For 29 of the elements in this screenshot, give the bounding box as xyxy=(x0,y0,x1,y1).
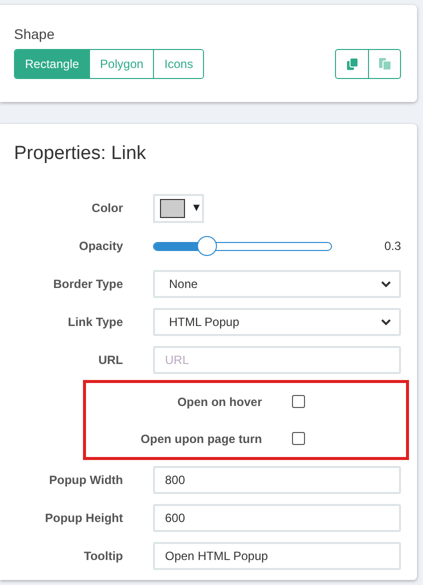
field-label: Tooltip xyxy=(82,548,123,565)
slider-reading: 0.3 xyxy=(384,238,401,255)
section-title: Shape xyxy=(14,25,56,43)
field-label: Border Type xyxy=(52,276,123,293)
opacity-slider[interactable] xyxy=(153,236,332,256)
field-label: Opacity xyxy=(78,238,123,255)
select-field[interactable]: HTML Popup xyxy=(153,308,401,336)
field-label: Color xyxy=(90,200,123,217)
field-label: Link Type xyxy=(66,314,123,331)
paste-icon xyxy=(378,58,390,70)
input-field[interactable]: 600 xyxy=(153,504,401,532)
field-label: Open upon page turn xyxy=(140,430,262,448)
caret-icon: ▼ xyxy=(191,200,202,216)
select-field[interactable]: None xyxy=(153,270,401,298)
chevron-down-icon xyxy=(381,318,391,326)
input-field[interactable]: URL xyxy=(153,346,401,374)
panel-title: Properties: Link xyxy=(13,142,148,166)
field-label: URL xyxy=(97,352,123,369)
color-picker[interactable]: ▼ xyxy=(153,194,204,222)
checkbox[interactable] xyxy=(292,432,305,445)
field-label: Popup Height xyxy=(44,510,123,527)
field-label: Open on hover xyxy=(176,394,262,410)
input-field[interactable]: Open HTML Popup xyxy=(153,542,401,570)
slider-thumb[interactable] xyxy=(196,236,217,256)
chevron-down-icon xyxy=(381,280,391,288)
checkbox[interactable] xyxy=(292,395,305,408)
input-field[interactable]: 800 xyxy=(153,466,401,494)
field-label: Popup Width xyxy=(48,472,123,489)
copy-icon xyxy=(346,58,358,70)
